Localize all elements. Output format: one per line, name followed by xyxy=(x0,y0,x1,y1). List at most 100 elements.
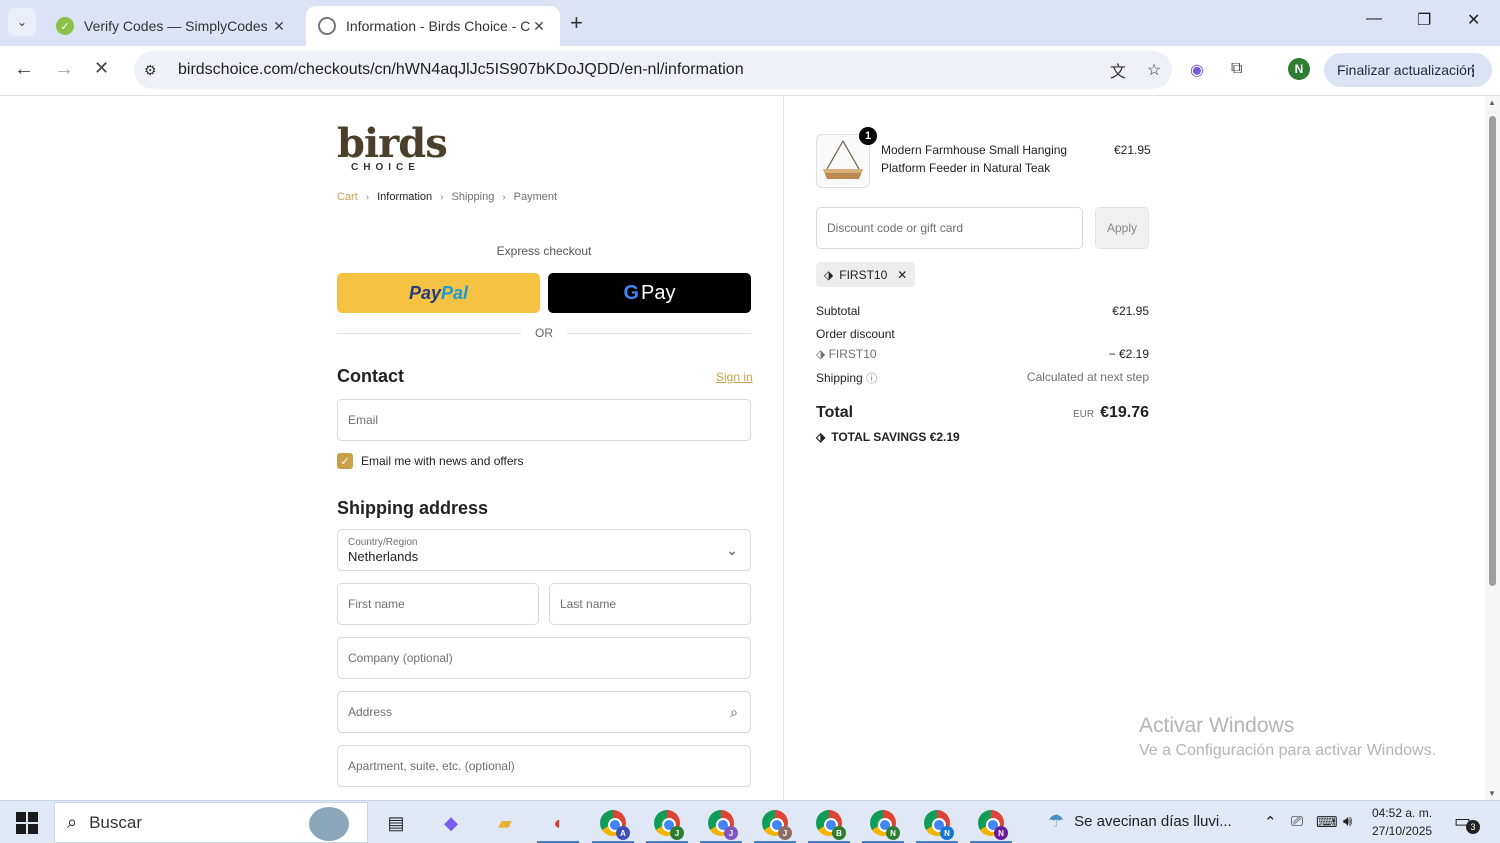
birds-choice-logo[interactable]: birds CHOICE xyxy=(337,124,448,174)
chrome-profile-n-icon[interactable]: N xyxy=(868,808,900,840)
close-window-icon[interactable]: ✕ xyxy=(1467,10,1480,30)
checkout-page: birds CHOICE Cart › Information › Shippi… xyxy=(0,96,1500,800)
search-icon: ⌕ xyxy=(730,703,738,720)
page-scrollbar[interactable]: ▲ ▼ xyxy=(1485,96,1500,800)
chrome-profile-j-icon[interactable]: J xyxy=(760,808,792,840)
tab-verify-codes[interactable]: ✓ Verify Codes — SimplyCodes ✕ xyxy=(44,6,300,46)
site-info-icon[interactable]: ⚙ xyxy=(144,62,166,79)
subtotal-row: Subtotal €21.95 xyxy=(816,304,1149,318)
minimize-icon[interactable]: — xyxy=(1366,10,1382,28)
first-name-field[interactable]: First name xyxy=(337,583,539,625)
watermark-line1: Activar Windows xyxy=(1139,714,1295,737)
windows-taskbar: ⌕ Buscar ▤ ◆ ▰ ◐ A J J J B N N N ☂ Se av… xyxy=(0,800,1500,843)
scrollbar-thumb[interactable] xyxy=(1489,116,1496,586)
new-tab-icon[interactable]: + xyxy=(570,10,583,36)
newsletter-checkbox[interactable]: ✓ xyxy=(337,453,353,469)
translate-icon[interactable]: 文 xyxy=(1100,58,1136,82)
app-icon[interactable]: ◐ xyxy=(544,808,574,838)
simplycodes-favicon-icon: ✓ xyxy=(56,17,74,35)
loading-spinner-icon xyxy=(318,17,336,35)
discount-code-input[interactable]: Discount code or gift card xyxy=(816,207,1083,249)
activate-windows-watermark: Activar Windows Ve a Configuración para … xyxy=(1139,714,1436,760)
total-savings: ⬗ TOTAL SAVINGS €2.19 xyxy=(816,430,960,444)
url-text[interactable]: birdschoice.com/checkouts/cn/hWN4aqJlJc5… xyxy=(178,61,1100,79)
tab-birds-choice[interactable]: Information - Birds Choice - Ch ✕ xyxy=(306,6,560,46)
update-button[interactable]: Finalizar actualización ⋮ xyxy=(1324,53,1492,87)
discount-value: − €2.19 xyxy=(1108,347,1149,361)
tab-search-chevron-icon[interactable]: ⌄ xyxy=(8,8,36,36)
taskbar-search-label: Buscar xyxy=(89,812,143,832)
help-circle-icon[interactable]: ⓘ xyxy=(866,373,877,385)
google-pay-label: Pay xyxy=(641,281,676,304)
express-checkout-label: Express checkout xyxy=(496,244,592,258)
taskbar-search[interactable]: ⌕ Buscar xyxy=(54,802,368,843)
address-placeholder: Address xyxy=(348,705,393,719)
extensions-puzzle-icon[interactable]: ⧉ xyxy=(1231,60,1242,78)
restore-icon[interactable]: ❐ xyxy=(1417,10,1431,30)
order-discount-row: Order discount xyxy=(816,327,1149,341)
last-name-field[interactable]: Last name xyxy=(549,583,751,625)
email-field[interactable]: Email xyxy=(337,399,751,441)
applied-discount-chip: ⬗ FIRST10 ✕ xyxy=(816,262,916,287)
chrome-profile-j-icon[interactable]: J xyxy=(706,808,738,840)
weather-text: Se avecinan días lluvi... xyxy=(1074,813,1232,830)
breadcrumb-cart[interactable]: Cart xyxy=(337,191,358,203)
extension-icon[interactable]: ◉ xyxy=(1190,60,1204,80)
savings-label: TOTAL SAVINGS xyxy=(831,430,927,444)
browser-toolbar: ← → ✕ ⚙ birdschoice.com/checkouts/cn/hWN… xyxy=(0,46,1500,96)
newsletter-option[interactable]: ✓ Email me with news and offers xyxy=(337,453,524,469)
chrome-profile-n-icon[interactable]: N xyxy=(976,808,1008,840)
chrome-profile-a-icon[interactable]: A xyxy=(598,808,630,840)
file-explorer-icon[interactable]: ▰ xyxy=(490,808,520,838)
profile-avatar[interactable]: N xyxy=(1288,58,1310,80)
close-tab-icon[interactable]: ✕ xyxy=(270,18,288,35)
country-select[interactable]: Country/Region Netherlands ⌄ xyxy=(337,529,751,571)
weather-widget[interactable]: ☂ Se avecinan días lluvi... xyxy=(1048,811,1232,832)
meet-now-icon[interactable]: ⎚ xyxy=(1291,813,1303,830)
apply-button[interactable]: Apply xyxy=(1095,207,1149,249)
scroll-down-icon[interactable]: ▼ xyxy=(1488,789,1496,798)
tag-icon: ⬗ xyxy=(824,267,834,282)
show-hidden-icons-chevron-icon[interactable]: ⌃ xyxy=(1264,813,1277,831)
sign-in-link[interactable]: Sign in xyxy=(716,370,753,384)
task-view-icon[interactable]: ▤ xyxy=(381,808,411,838)
remove-discount-icon[interactable]: ✕ xyxy=(897,268,907,282)
paypal-button[interactable]: Pay Pal xyxy=(337,273,540,313)
stop-loading-icon[interactable]: ✕ xyxy=(94,58,109,79)
total-label: Total xyxy=(816,404,854,421)
more-menu-icon[interactable]: ⋮ xyxy=(1466,62,1480,79)
windows-start-icon[interactable] xyxy=(16,812,38,834)
breadcrumb-payment: Payment xyxy=(513,191,558,203)
back-icon[interactable]: ← xyxy=(14,58,34,81)
paypal-wordmark-a: Pay xyxy=(408,282,441,303)
notifications-icon[interactable]: ▭ 3 xyxy=(1454,811,1480,834)
chevron-right-icon: › xyxy=(502,191,506,203)
discount-code-row: ⬗ FIRST10 − €2.19 xyxy=(816,347,1149,361)
address-field[interactable]: Address ⌕ xyxy=(337,691,751,733)
tab-title: Verify Codes — SimplyCodes xyxy=(84,18,268,34)
system-clock[interactable]: 04:52 a. m. 27/10/2025 xyxy=(1372,804,1432,840)
product-name: Modern Farmhouse Small Hanging Platform … xyxy=(881,143,1068,175)
google-g-icon: G xyxy=(623,281,640,304)
update-label: Finalizar actualización xyxy=(1337,62,1475,78)
network-icon[interactable]: ⌨ xyxy=(1316,813,1338,831)
tab-title: Information - Birds Choice - Ch xyxy=(346,18,530,34)
close-tab-icon[interactable]: ✕ xyxy=(530,18,548,35)
google-pay-button[interactable]: G Pay xyxy=(548,273,751,313)
bookmark-star-icon[interactable]: ☆ xyxy=(1136,60,1172,80)
chrome-profile-n-icon[interactable]: N xyxy=(922,808,954,840)
apartment-field[interactable]: Apartment, suite, etc. (optional) xyxy=(337,745,751,787)
country-value: Netherlands xyxy=(348,548,419,564)
chrome-profile-j-icon[interactable]: J xyxy=(652,808,684,840)
company-field[interactable]: Company (optional) xyxy=(337,637,751,679)
address-bar[interactable]: ⚙ birdschoice.com/checkouts/cn/hWN4aqJlJ… xyxy=(134,51,1172,89)
volume-icon[interactable]: 🔊︎ xyxy=(1343,813,1352,830)
tag-icon: ⬗ xyxy=(816,430,826,444)
chrome-profile-b-icon[interactable]: B xyxy=(814,808,846,840)
order-discount-label: Order discount xyxy=(816,327,895,341)
scroll-up-icon[interactable]: ▲ xyxy=(1488,98,1496,107)
forward-icon[interactable]: → xyxy=(54,58,74,81)
checkout-main: birds CHOICE Cart › Information › Shippi… xyxy=(0,96,783,800)
order-summary: 1 Modern Farmhouse Small Hanging Platfor… xyxy=(783,96,1485,800)
copilot-icon[interactable]: ◆ xyxy=(436,808,466,838)
